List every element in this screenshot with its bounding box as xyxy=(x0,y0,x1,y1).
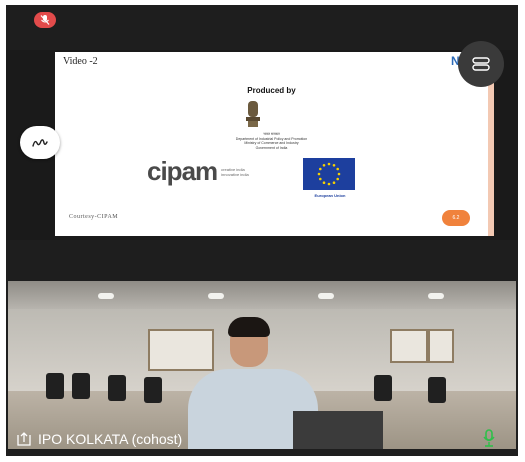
ceiling-light xyxy=(428,293,444,299)
menu-button[interactable] xyxy=(458,41,504,87)
office-chair xyxy=(46,373,64,399)
ceiling-light xyxy=(98,293,114,299)
office-chair xyxy=(374,375,392,401)
shared-slide: Video -2 N Produced by भारत सरकार Depart… xyxy=(55,52,494,236)
ceiling-light xyxy=(208,293,224,299)
office-chair xyxy=(72,373,90,399)
eu-flag-icon xyxy=(303,158,355,190)
annotate-pen-icon xyxy=(32,138,48,147)
participant-name: IPO KOLKATA (cohost) xyxy=(38,431,183,447)
mic-active-icon[interactable] xyxy=(482,429,496,447)
participant-hair xyxy=(228,317,270,337)
annotate-button[interactable] xyxy=(20,126,60,159)
national-emblem-icon xyxy=(246,101,260,127)
cipam-tagline-2: innovative india xyxy=(221,171,249,177)
meeting-window: Video -2 N Produced by भारत सरकार Depart… xyxy=(6,5,518,456)
cipam-tagline: creative india innovative india xyxy=(221,167,249,177)
ceiling-light xyxy=(318,293,334,299)
courtesy-text: Courtesy-CIPAM xyxy=(69,214,119,220)
mic-muted-icon[interactable] xyxy=(34,12,56,28)
produced-by-heading: Produced by xyxy=(247,86,296,95)
department-text: भारत सरकार Department of Industrial Poli… xyxy=(55,132,488,150)
participant-video xyxy=(8,281,516,449)
share-icon xyxy=(17,432,31,446)
participant-name-label: IPO KOLKATA (cohost) xyxy=(16,431,182,447)
screen-share-area: Video -2 N Produced by भारत सरकार Depart… xyxy=(6,50,518,240)
participant-laptop xyxy=(293,411,383,449)
eu-label: European Union xyxy=(314,193,346,198)
wall-board xyxy=(390,329,428,363)
wall-board xyxy=(148,329,214,371)
cipam-wordmark: cipam xyxy=(147,156,218,186)
office-chair xyxy=(428,377,446,403)
menu-icon xyxy=(472,57,490,71)
office-chair xyxy=(144,377,162,403)
wall-board xyxy=(428,329,454,363)
slide-title: Video -2 xyxy=(63,56,98,67)
dept-line: Government of India xyxy=(255,145,288,150)
office-chair xyxy=(108,375,126,401)
cipam-logo: cipam creative india innovative india xyxy=(147,156,249,187)
slide-page-badge: 6.2 xyxy=(442,210,470,226)
